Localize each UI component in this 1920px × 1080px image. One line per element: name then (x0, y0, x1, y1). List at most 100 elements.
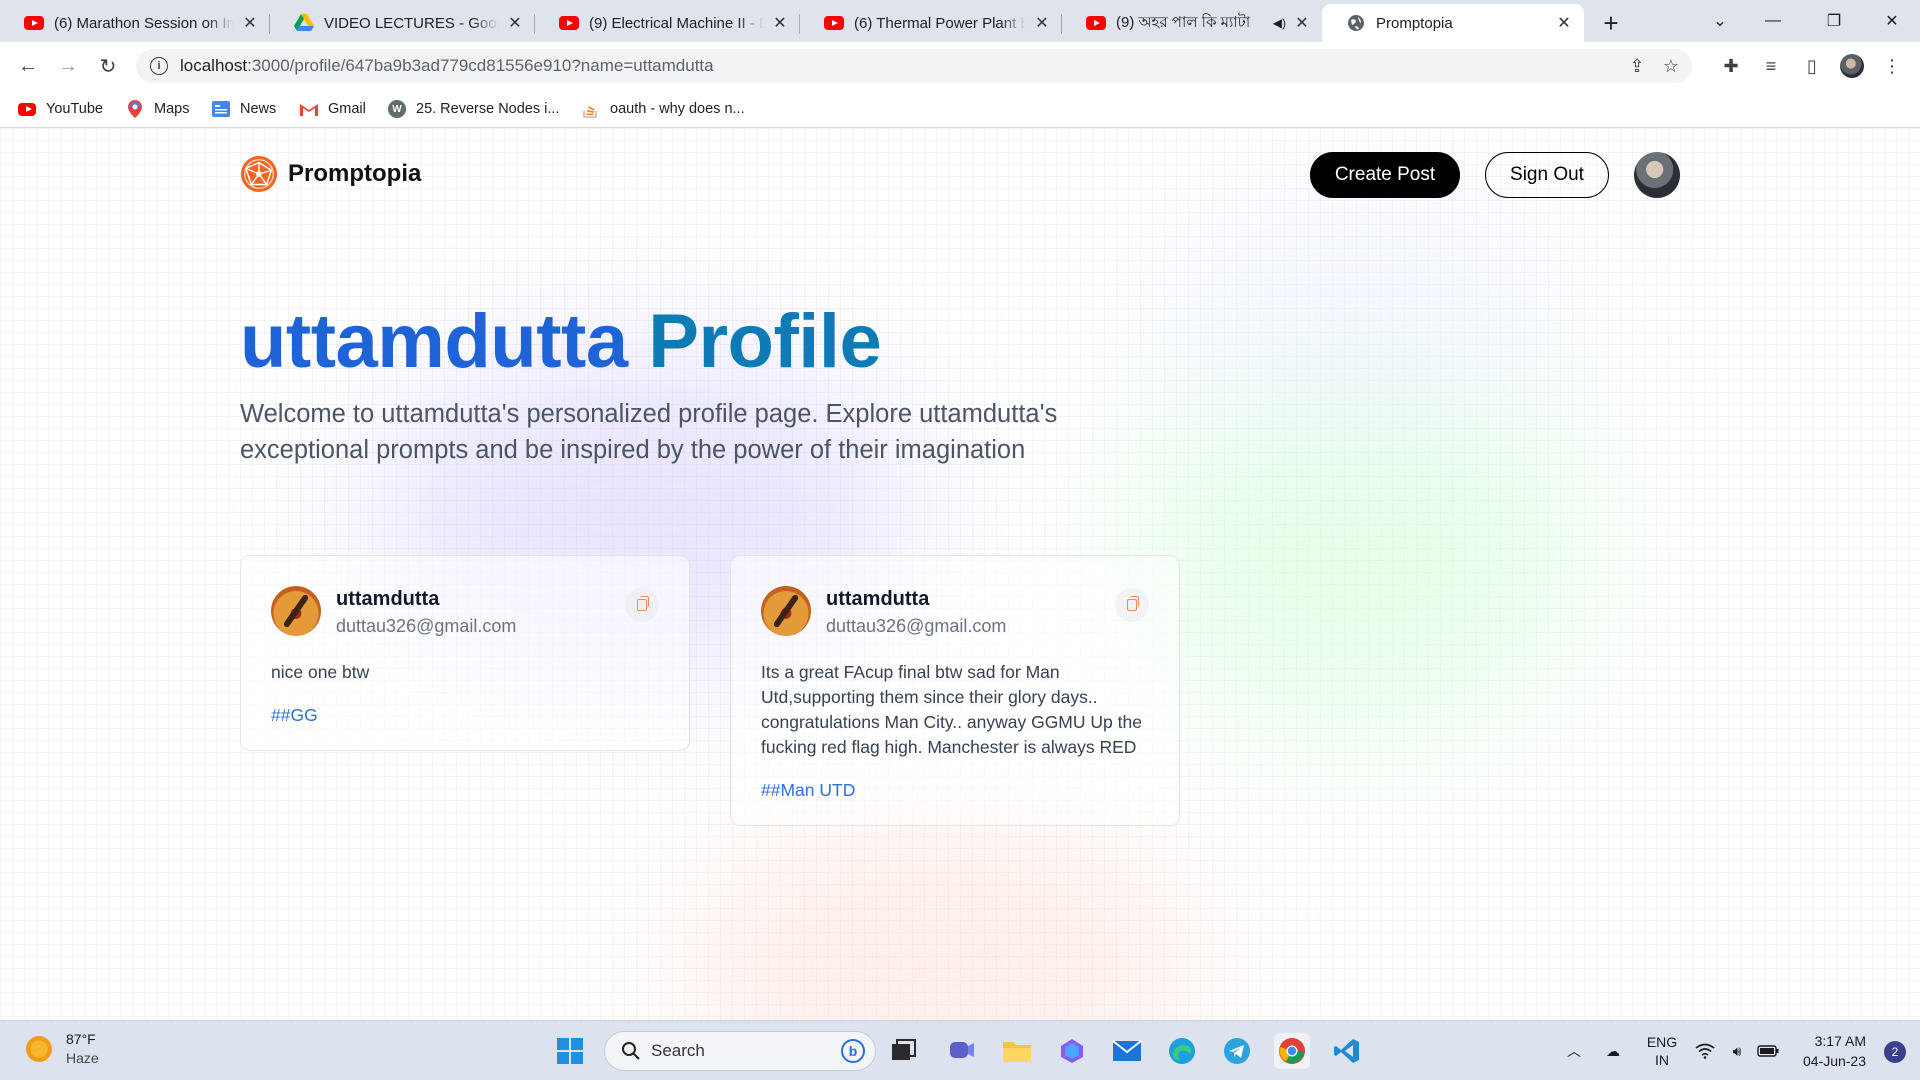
media-control-icon[interactable]: ≡ (1759, 54, 1783, 78)
browser-tab-strip: (6) Marathon Session on Ind ✕ VIDEO LECT… (0, 0, 1920, 42)
windows-taskbar: 87°F Haze Search b ︿ ☁ ENG IN 🔊︎ 3:17 AM… (0, 1020, 1920, 1080)
google-drive-icon (294, 13, 314, 33)
app-navbar: Promptopia Create Post Sign Out (240, 142, 1680, 202)
news-icon (212, 100, 230, 118)
browser-tab[interactable]: (9) অহর পাল কি ম্যাটা ◀) ✕ (1062, 4, 1322, 42)
edge-browser-icon[interactable] (1164, 1033, 1200, 1069)
file-explorer-icon[interactable] (999, 1033, 1035, 1069)
tab-title: (9) অহর পাল কি ম্যাটা (1116, 13, 1251, 31)
tab-title: VIDEO LECTURES - Google D (324, 14, 499, 32)
windows-start-icon[interactable] (552, 1033, 588, 1069)
browser-tab-active[interactable]: Promptopia ✕ (1322, 4, 1584, 42)
close-window-icon[interactable]: ✕ (1864, 0, 1920, 42)
reload-icon[interactable]: ↻ (92, 50, 124, 82)
back-icon[interactable]: ← (12, 50, 44, 82)
bookmark-oauth[interactable]: oauth - why does n... (582, 98, 745, 120)
close-tab-icon[interactable]: ✕ (1292, 13, 1312, 33)
promptopia-logo-icon (240, 155, 278, 193)
tab-title: (6) Marathon Session on Ind (54, 14, 234, 32)
teams-chat-icon[interactable] (944, 1033, 980, 1069)
weather-widget[interactable]: 87°F Haze (24, 1031, 99, 1066)
speaker-icon[interactable]: ◀) (1273, 16, 1286, 30)
maps-icon (126, 100, 144, 118)
close-tab-icon[interactable]: ✕ (770, 13, 790, 33)
haze-sun-icon (24, 1033, 54, 1064)
chrome-icon[interactable] (1274, 1033, 1310, 1069)
close-tab-icon[interactable]: ✕ (505, 13, 525, 33)
brand-name: Promptopia (288, 160, 422, 187)
clock-time: 3:17 AM (1814, 1033, 1866, 1049)
author-username[interactable]: uttamdutta (826, 588, 929, 611)
browser-tab[interactable]: VIDEO LECTURES - Google D ✕ (270, 4, 535, 42)
profile-title-suffix: Profile (648, 299, 882, 384)
bookmark-label: Gmail (328, 101, 366, 117)
onedrive-sync-off-icon[interactable]: ☁ (1600, 1033, 1626, 1069)
menu-kebab-icon[interactable]: ⋮ (1880, 54, 1904, 78)
notification-badge[interactable]: 2 (1884, 1041, 1906, 1063)
forward-icon[interactable]: → (52, 50, 84, 82)
task-view-icon[interactable] (886, 1033, 922, 1069)
new-tab-icon[interactable]: + (1594, 6, 1628, 40)
bookmark-reverse-nodes[interactable]: W 25. Reverse Nodes i... (388, 98, 559, 120)
bookmark-label: oauth - why does n... (610, 101, 745, 117)
copy-icon[interactable] (625, 588, 659, 622)
close-tab-icon[interactable]: ✕ (240, 13, 260, 33)
youtube-icon (18, 100, 36, 118)
bookmark-youtube[interactable]: YouTube (18, 98, 103, 120)
show-hidden-icons-icon[interactable]: ︿ (1562, 1033, 1586, 1069)
bookmark-maps[interactable]: Maps (126, 98, 189, 120)
bookmark-label: News (240, 101, 277, 117)
site-info-icon[interactable]: i (150, 57, 168, 75)
prompt-text: nice one btw (271, 662, 370, 682)
language-indicator[interactable]: ENG IN (1642, 1033, 1682, 1069)
prompt-tag-link[interactable]: ##GG (271, 705, 659, 726)
author-username[interactable]: uttamdutta (336, 588, 439, 611)
bookmark-gmail[interactable]: Gmail (300, 98, 366, 120)
copy-icon[interactable] (1115, 588, 1149, 622)
user-avatar[interactable] (1634, 152, 1680, 198)
minimize-icon[interactable]: — (1745, 0, 1801, 42)
side-panel-icon[interactable]: ▯ (1800, 54, 1824, 78)
youtube-icon (1086, 13, 1106, 33)
browser-tab[interactable]: (9) Electrical Machine II - LI ✕ (535, 4, 800, 42)
youtube-icon (824, 13, 844, 33)
create-post-button[interactable]: Create Post (1310, 152, 1460, 198)
vscode-icon[interactable] (1329, 1033, 1365, 1069)
bing-icon[interactable]: b (841, 1039, 865, 1063)
volume-icon[interactable]: 🔊︎ (1726, 1033, 1748, 1069)
browser-tab[interactable]: (6) Marathon Session on Ind ✕ (0, 4, 270, 42)
bookmark-news[interactable]: News (212, 98, 276, 120)
close-tab-icon[interactable]: ✕ (1554, 13, 1574, 33)
telegram-icon[interactable] (1219, 1033, 1255, 1069)
address-url[interactable]: localhost:3000/profile/647ba9b3ad779cd81… (180, 56, 714, 76)
bookmark-star-icon[interactable]: ☆ (1660, 55, 1682, 77)
author-avatar[interactable] (761, 586, 811, 636)
prompt-tag-link[interactable]: ##Man UTD (761, 780, 1149, 801)
browser-toolbar: ← → ↻ i localhost:3000/profile/647ba9b3a… (0, 42, 1920, 90)
taskbar-search-box[interactable]: Search b (604, 1031, 876, 1071)
bookmark-label: Maps (154, 101, 190, 117)
restore-icon[interactable]: ❐ (1806, 0, 1862, 42)
battery-icon[interactable] (1756, 1033, 1780, 1069)
bookmark-label: 25. Reverse Nodes i... (416, 101, 560, 117)
mail-icon[interactable] (1109, 1033, 1145, 1069)
profile-avatar-icon[interactable] (1840, 54, 1864, 78)
system-clock[interactable]: 3:17 AM 04-Jun-23 (1803, 1031, 1866, 1071)
extensions-icon[interactable]: ✚ (1719, 54, 1743, 78)
browser-tab[interactable]: (6) Thermal Power Plant by ✕ (800, 4, 1062, 42)
author-avatar[interactable] (271, 586, 321, 636)
tab-search-icon[interactable]: ⌄ (1692, 0, 1748, 42)
gmail-icon (300, 100, 318, 118)
tab-title: (9) Electrical Machine II - LI (589, 14, 764, 32)
close-tab-icon[interactable]: ✕ (1032, 13, 1052, 33)
share-icon[interactable]: ⇪ (1626, 55, 1648, 77)
copilot-icon[interactable] (1054, 1033, 1090, 1069)
brand-logo-link[interactable]: Promptopia (240, 155, 421, 193)
globe-icon (1346, 13, 1366, 33)
tab-title: Promptopia (1376, 14, 1453, 32)
address-bar[interactable]: i localhost:3000/profile/647ba9b3ad779cd… (136, 49, 1692, 83)
stackoverflow-icon (582, 100, 600, 118)
search-icon (622, 1042, 640, 1060)
wifi-icon[interactable] (1694, 1033, 1716, 1069)
sign-out-button[interactable]: Sign Out (1485, 152, 1609, 198)
